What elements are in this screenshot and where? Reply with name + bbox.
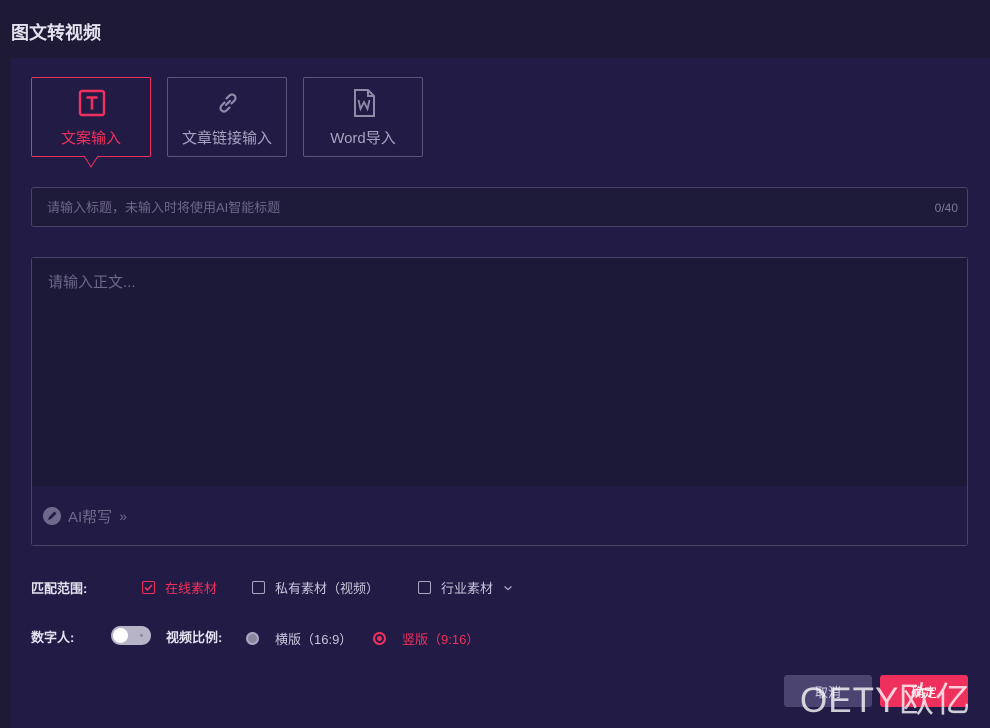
checkbox-online-materials[interactable]: 在线素材 <box>142 578 217 597</box>
body-field: AI帮写 » <box>31 257 968 546</box>
tab-label: 文案输入 <box>60 130 121 147</box>
tab-label: 文章链接输入 <box>181 130 272 147</box>
checkbox-empty-icon <box>418 581 431 594</box>
radio-label: 竖版（9:16） <box>402 632 480 647</box>
title-field: 0/40 <box>31 187 968 227</box>
digital-human-label: 数字人: <box>31 630 75 645</box>
radio-selected-icon <box>373 632 386 645</box>
checkbox-label: 私有素材（视频） <box>275 581 380 596</box>
tab-text-input[interactable]: 文案输入 <box>31 77 151 157</box>
digital-human-toggle[interactable] <box>111 626 151 645</box>
radio-landscape[interactable]: 横版（16:9） <box>246 629 352 648</box>
cancel-button[interactable]: 取消 <box>784 675 872 707</box>
word-file-icon <box>354 89 375 117</box>
link-icon <box>219 93 237 113</box>
toggle-off-indicator <box>140 634 143 637</box>
checkbox-private-materials[interactable]: 私有素材（视频） <box>252 578 379 597</box>
checkbox-label: 行业素材 <box>441 581 494 596</box>
text-icon <box>78 89 106 117</box>
match-scope-label: 匹配范围: <box>31 581 88 596</box>
ai-write-button[interactable]: AI帮写 » <box>42 505 127 527</box>
chevron-down-icon[interactable] <box>503 583 513 593</box>
tab-label: Word导入 <box>330 130 396 147</box>
active-tab-pointer <box>84 156 98 168</box>
body-textarea[interactable] <box>32 258 967 486</box>
ai-write-label: AI帮写 <box>68 508 113 526</box>
radio-portrait[interactable]: 竖版（9:16） <box>373 629 479 648</box>
tab-article-link[interactable]: 文章链接输入 <box>167 77 287 157</box>
tab-word-import[interactable]: Word导入 <box>303 77 423 157</box>
ai-toolbar: AI帮写 » <box>32 486 967 545</box>
title-input[interactable] <box>32 188 912 226</box>
radio-unselected-icon <box>246 632 259 645</box>
ai-pen-icon <box>43 507 61 525</box>
checkbox-industry-materials[interactable]: 行业素材 <box>418 578 513 597</box>
confirm-button[interactable]: 确定 <box>880 675 968 707</box>
dialog-header: 图文转视频 <box>0 0 990 58</box>
checkbox-empty-icon <box>252 581 265 594</box>
video-ratio-label: 视频比例: <box>166 630 223 645</box>
title-char-counter: 0/40 <box>934 201 958 215</box>
page-title: 图文转视频 <box>11 23 101 43</box>
toggle-knob <box>113 628 128 643</box>
checkbox-label: 在线素材 <box>165 581 218 596</box>
checkbox-checked-icon <box>142 581 155 594</box>
radio-label: 横版（16:9） <box>275 632 353 647</box>
double-chevron-icon: » <box>119 508 127 524</box>
